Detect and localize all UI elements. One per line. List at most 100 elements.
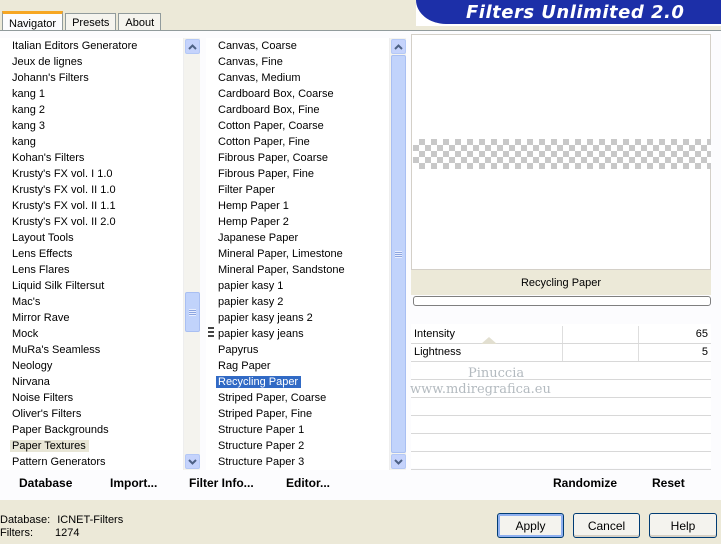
filter-list-item[interactable]: papier kasy 1 bbox=[206, 278, 389, 294]
category-list-item[interactable]: Mirror Rave bbox=[0, 310, 183, 326]
category-list-item[interactable]: kang bbox=[0, 134, 183, 150]
filter-list-item[interactable]: Fibrous Paper, Coarse bbox=[206, 150, 389, 166]
filter-list-item[interactable]: Recycling Paper bbox=[206, 374, 389, 390]
filter-list-item[interactable]: Cardboard Box, Fine bbox=[206, 102, 389, 118]
filter-list-item[interactable]: Canvas, Fine bbox=[206, 54, 389, 70]
filter-list-item[interactable]: Papyrus bbox=[206, 342, 389, 358]
category-list-item[interactable]: Kohan's Filters bbox=[0, 150, 183, 166]
category-item-label: Neology bbox=[12, 360, 53, 372]
filter-list-item[interactable]: papier kasy jeans bbox=[206, 326, 389, 342]
category-scrollbar[interactable] bbox=[183, 38, 200, 470]
category-list-item[interactable]: Noise Filters bbox=[0, 390, 183, 406]
reset-button[interactable]: Reset bbox=[652, 476, 685, 490]
filter-scrollbar[interactable] bbox=[389, 38, 406, 470]
category-scroll-down-button[interactable] bbox=[185, 454, 200, 469]
category-list[interactable]: Italian Editors Generatore Jeux de lignes… bbox=[0, 38, 200, 470]
chevron-up-icon bbox=[188, 43, 197, 50]
editor-button[interactable]: Editor... bbox=[286, 476, 330, 490]
param-empty bbox=[411, 416, 711, 434]
slider-thumb-icon[interactable] bbox=[481, 337, 497, 344]
category-item-label: Jeux de lignes bbox=[12, 56, 83, 68]
filter-scroll-thumb[interactable] bbox=[391, 55, 406, 453]
filter-item-label: papier kasy jeans bbox=[218, 328, 304, 340]
filter-list-item[interactable]: Cardboard Box, Coarse bbox=[206, 86, 389, 102]
category-item-label: Italian Editors Generatore bbox=[12, 40, 138, 52]
filter-list-item[interactable]: Canvas, Medium bbox=[206, 70, 389, 86]
tab-strip: Navigator Presets About bbox=[2, 10, 163, 33]
category-list-item[interactable]: Italian Editors Generatore bbox=[0, 38, 183, 54]
filter-item-label: Cotton Paper, Coarse bbox=[218, 120, 324, 132]
category-list-item[interactable]: Nirvana bbox=[0, 374, 183, 390]
filter-list-item[interactable]: Mineral Paper, Sandstone bbox=[206, 262, 389, 278]
filter-list-item[interactable]: Canvas, Coarse bbox=[206, 38, 389, 54]
category-list-item[interactable]: Layout Tools bbox=[0, 230, 183, 246]
category-item-label: Paper Textures bbox=[10, 440, 89, 452]
param-lightness[interactable]: Lightness 5 bbox=[411, 344, 711, 362]
filter-item-label: Canvas, Coarse bbox=[218, 40, 297, 52]
filter-item-label: Structure Paper 3 bbox=[218, 456, 305, 468]
help-button[interactable]: Help bbox=[649, 513, 717, 538]
category-list-item[interactable]: Jeux de lignes bbox=[0, 54, 183, 70]
filter-list-item[interactable]: Hemp Paper 2 bbox=[206, 214, 389, 230]
filter-item-label: Canvas, Medium bbox=[218, 72, 301, 84]
title-banner: Filters Unlimited 2.0 bbox=[416, 0, 721, 26]
filter-item-label: papier kasy 2 bbox=[218, 296, 284, 308]
category-list-item[interactable]: Krusty's FX vol. II 1.0 bbox=[0, 182, 183, 198]
category-list-item[interactable]: Mac's bbox=[0, 294, 183, 310]
filter-list-item[interactable]: papier kasy 2 bbox=[206, 294, 389, 310]
database-button[interactable]: Database bbox=[19, 476, 72, 490]
filter-list-item[interactable]: Mineral Paper, Limestone bbox=[206, 246, 389, 262]
category-list-item[interactable]: Liquid Silk Filtersut bbox=[0, 278, 183, 294]
filter-item-label: Hemp Paper 2 bbox=[218, 216, 289, 228]
filter-item-label: Fibrous Paper, Fine bbox=[218, 168, 314, 180]
import-button[interactable]: Import... bbox=[110, 476, 157, 490]
category-list-item[interactable]: Mock bbox=[0, 326, 183, 342]
filter-list-item[interactable]: Filter Paper bbox=[206, 182, 389, 198]
param-value: 65 bbox=[695, 328, 708, 340]
category-list-item[interactable]: Oliver's Filters bbox=[0, 406, 183, 422]
filter-list-item[interactable]: Structure Paper 1 bbox=[206, 422, 389, 438]
param-intensity[interactable]: Intensity 65 bbox=[411, 326, 711, 344]
filter-list-item[interactable]: Japanese Paper bbox=[206, 230, 389, 246]
filter-list-item[interactable]: Cotton Paper, Fine bbox=[206, 134, 389, 150]
category-list-item[interactable]: kang 2 bbox=[0, 102, 183, 118]
category-list-item[interactable]: Pattern Generators bbox=[0, 454, 183, 470]
category-list-item[interactable]: kang 1 bbox=[0, 86, 183, 102]
filter-list-item[interactable]: papier kasy jeans 2 bbox=[206, 310, 389, 326]
filter-list-item[interactable]: Striped Paper, Fine bbox=[206, 406, 389, 422]
category-list-item[interactable]: Lens Effects bbox=[0, 246, 183, 262]
category-list-item[interactable]: Neology bbox=[0, 358, 183, 374]
category-item-label: kang 1 bbox=[12, 88, 46, 100]
filter-list-item[interactable]: Rag Paper bbox=[206, 358, 389, 374]
category-item-label: Mock bbox=[12, 328, 39, 340]
category-scroll-thumb[interactable] bbox=[185, 292, 200, 332]
filter-info-button[interactable]: Filter Info... bbox=[189, 476, 254, 490]
filter-list-item[interactable]: Striped Paper, Coarse bbox=[206, 390, 389, 406]
category-scroll-up-button[interactable] bbox=[185, 39, 200, 54]
category-list-item[interactable]: Johann's Filters bbox=[0, 70, 183, 86]
category-list-item[interactable]: Krusty's FX vol. II 2.0 bbox=[0, 214, 183, 230]
filter-list-item[interactable]: Hemp Paper 1 bbox=[206, 198, 389, 214]
category-list-item[interactable]: Paper Textures bbox=[0, 438, 183, 454]
category-list-item[interactable]: Lens Flares bbox=[0, 262, 183, 278]
filter-item-label: Cardboard Box, Coarse bbox=[218, 88, 334, 100]
filter-list[interactable]: Canvas, Coarse Canvas, Fine Canvas, Medium… bbox=[206, 38, 406, 470]
current-filter-name: Recycling Paper bbox=[411, 270, 711, 295]
category-list-item[interactable]: kang 3 bbox=[0, 118, 183, 134]
filter-item-label: Structure Paper 2 bbox=[218, 440, 305, 452]
filter-scroll-up-button[interactable] bbox=[391, 39, 406, 54]
cancel-button[interactable]: Cancel bbox=[573, 513, 640, 538]
category-list-item[interactable]: MuRa's Seamless bbox=[0, 342, 183, 358]
category-list-item[interactable]: Krusty's FX vol. I 1.0 bbox=[0, 166, 183, 182]
filter-list-item[interactable]: Structure Paper 2 bbox=[206, 438, 389, 454]
randomize-button[interactable]: Randomize bbox=[553, 476, 617, 490]
filter-scroll-down-button[interactable] bbox=[391, 454, 406, 469]
filter-list-items: Canvas, Coarse Canvas, Fine Canvas, Medium… bbox=[206, 38, 389, 470]
filter-list-item[interactable]: Cotton Paper, Coarse bbox=[206, 118, 389, 134]
drag-marker-icon bbox=[208, 327, 214, 339]
apply-button[interactable]: Apply bbox=[497, 513, 564, 538]
filter-list-item[interactable]: Structure Paper 3 bbox=[206, 454, 389, 470]
category-list-item[interactable]: Paper Backgrounds bbox=[0, 422, 183, 438]
filter-list-item[interactable]: Fibrous Paper, Fine bbox=[206, 166, 389, 182]
category-list-item[interactable]: Krusty's FX vol. II 1.1 bbox=[0, 198, 183, 214]
